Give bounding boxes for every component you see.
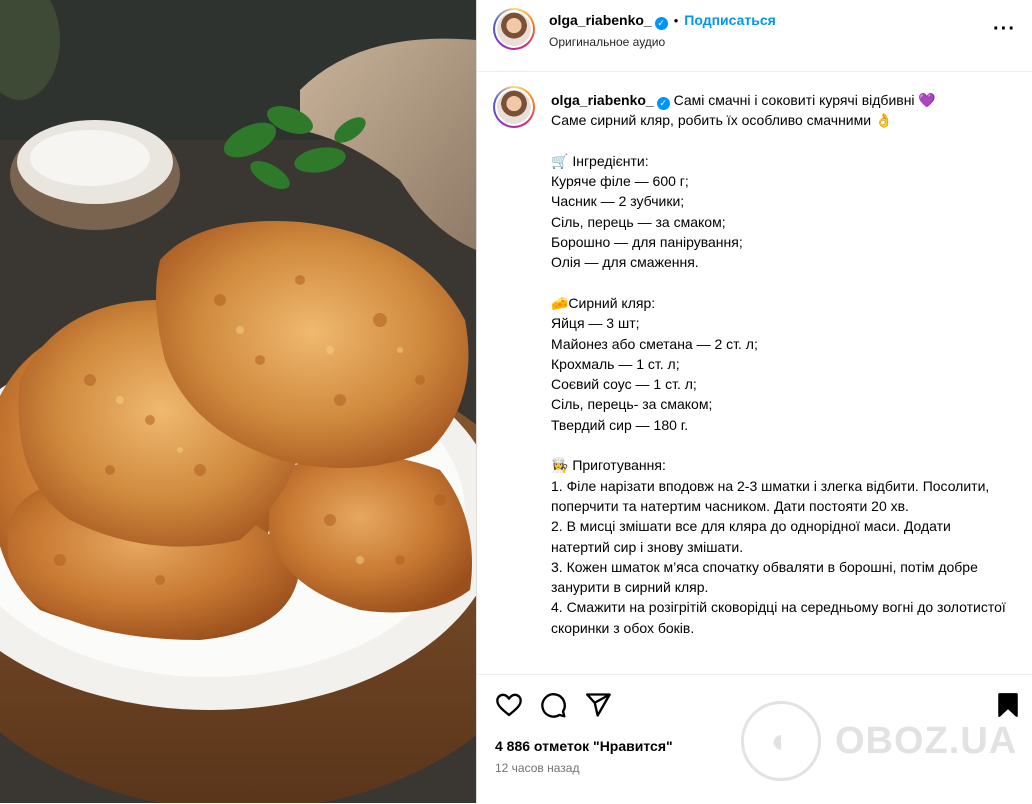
post-timestamp[interactable]: 12 часов назад [495,761,579,775]
oboz-watermark: ◐ OBOZ.UA [741,701,1017,781]
separator-dot: • [673,13,679,28]
caption-verified-badge-icon: ✓ [656,97,670,110]
post-actions: ◐ OBOZ.UA 4 886 отметок "Нравится" 12 ча… [477,674,1032,804]
audio-label[interactable]: Оригинальное аудио [549,35,665,49]
header-username[interactable]: olga_riabenko_ [549,12,652,28]
heart-icon[interactable] [495,691,523,719]
caption-username[interactable]: olga_riabenko_ [551,92,654,108]
caption-body: Самі смачні і соковиті курячі відбивні 💜… [551,92,1006,636]
header-user-line: olga_riabenko_ ✓ • Подписаться [549,12,776,30]
comment-icon[interactable] [539,691,567,719]
more-options-icon[interactable]: ··· [993,18,1016,41]
post-caption: olga_riabenko_ ✓ Самі смачні і соковиті к… [477,72,1032,672]
post-header: olga_riabenko_ ✓ • Подписаться Оригинальное… [477,0,1032,72]
avatar[interactable] [493,8,535,50]
follow-button[interactable]: Подписаться [684,12,776,28]
verified-badge-icon: ✓ [654,17,668,30]
caption-text-block: olga_riabenko_ ✓ Самі смачні і соковиті к… [551,90,1011,638]
watermark-text: OBOZ.UA [835,719,1018,762]
caption-avatar[interactable] [493,86,535,128]
chicken-chops-photo [0,0,476,803]
share-icon[interactable] [584,691,612,719]
post-photo[interactable] [0,0,476,803]
globe-icon: ◐ [741,701,821,781]
post-details-pane: olga_riabenko_ ✓ • Подписаться Оригинальное… [477,0,1032,803]
likes-count[interactable]: 4 886 отметок "Нравится" [495,738,673,754]
